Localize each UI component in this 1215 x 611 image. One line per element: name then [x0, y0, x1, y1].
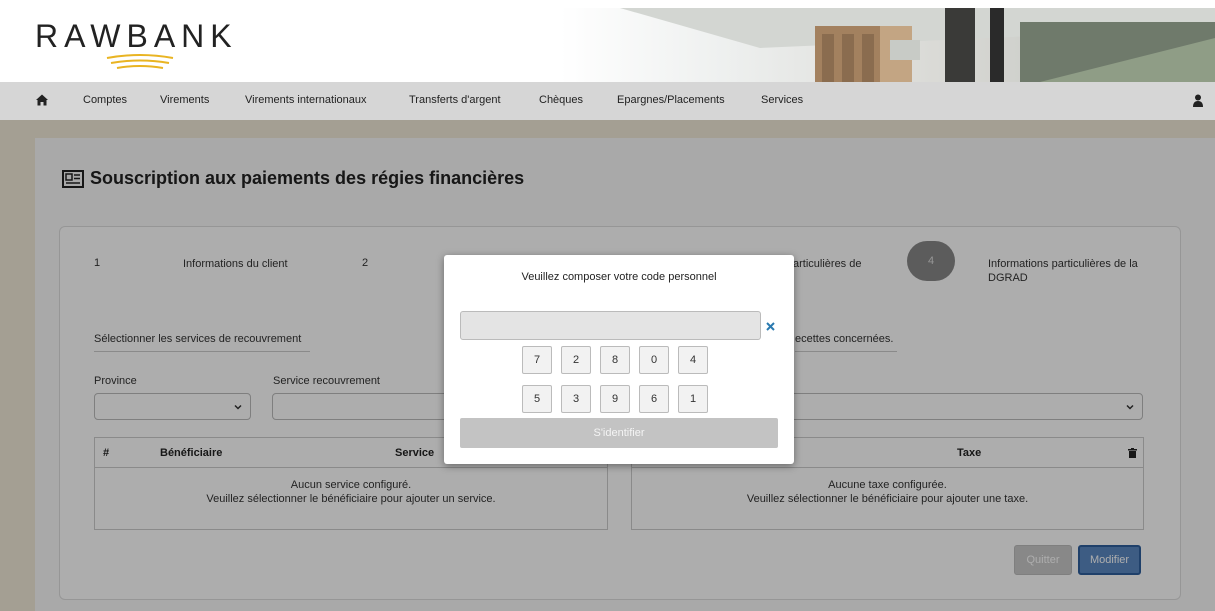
- nav-virements-internationaux[interactable]: Virements internationaux: [245, 94, 366, 106]
- nav-cheques[interactable]: Chèques: [539, 94, 583, 106]
- nav-epargnes[interactable]: Epargnes/Placements: [617, 94, 725, 106]
- modal-title: Veuillez composer votre code personnel: [521, 271, 717, 283]
- keypad-key[interactable]: 8: [600, 346, 630, 374]
- main-navbar: Comptes Virements Virements internationa…: [0, 82, 1215, 120]
- user-icon[interactable]: [1193, 94, 1203, 107]
- keypad-key[interactable]: 9: [600, 385, 630, 413]
- keypad-key[interactable]: 6: [639, 385, 669, 413]
- keypad-key[interactable]: 4: [678, 346, 708, 374]
- nav-comptes[interactable]: Comptes: [83, 94, 127, 106]
- header: RAWBANK: [0, 0, 1215, 82]
- keypad-key[interactable]: 7: [522, 346, 552, 374]
- nav-services[interactable]: Services: [761, 94, 803, 106]
- keypad-key[interactable]: 5: [522, 385, 552, 413]
- clear-icon[interactable]: [766, 322, 775, 331]
- nav-virements[interactable]: Virements: [160, 94, 209, 106]
- login-button[interactable]: S'identifier: [460, 418, 778, 448]
- brand-logo[interactable]: RAWBANK: [35, 18, 238, 55]
- keypad-key[interactable]: 0: [639, 346, 669, 374]
- keypad-key[interactable]: 1: [678, 385, 708, 413]
- pin-input[interactable]: [460, 311, 761, 340]
- home-icon[interactable]: [35, 93, 49, 107]
- logo-swoosh-icon: [106, 54, 174, 69]
- nav-transferts[interactable]: Transferts d'argent: [409, 94, 501, 106]
- keypad-key[interactable]: 2: [561, 346, 591, 374]
- keypad-key[interactable]: 3: [561, 385, 591, 413]
- header-banner-image: [560, 8, 1215, 82]
- pin-modal: Veuillez composer votre code personnel 7…: [444, 255, 794, 464]
